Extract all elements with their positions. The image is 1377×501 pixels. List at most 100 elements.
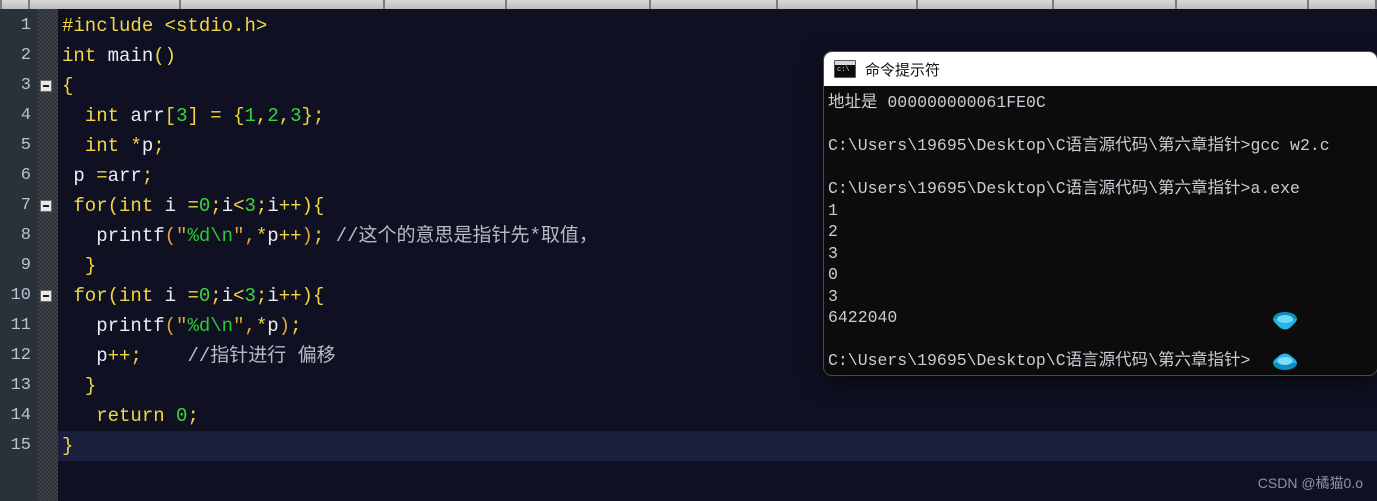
fold-row[interactable] bbox=[38, 71, 58, 101]
line-number: 5 bbox=[20, 136, 31, 155]
toolbar-segment[interactable] bbox=[1053, 0, 1178, 9]
console-line: 2 bbox=[828, 222, 838, 241]
toolbar-segment[interactable] bbox=[650, 0, 779, 9]
line-number: 9 bbox=[20, 256, 31, 275]
code-line[interactable]: return 0; bbox=[58, 401, 1377, 431]
code-token: ++ bbox=[278, 285, 302, 307]
code-token: int bbox=[119, 285, 154, 307]
fold-row bbox=[38, 101, 58, 131]
fold-collapse-icon[interactable] bbox=[40, 200, 52, 212]
code-token: ++ bbox=[107, 345, 131, 367]
toolbar-segment[interactable] bbox=[0, 0, 30, 9]
code-token: 2 bbox=[267, 105, 279, 127]
code-line[interactable]: } bbox=[58, 431, 1377, 461]
console-line: 1 bbox=[828, 200, 838, 220]
code-token: ] bbox=[187, 105, 199, 127]
code-line[interactable]: } bbox=[58, 371, 1377, 401]
code-token: p bbox=[267, 315, 279, 337]
code-token: int bbox=[84, 135, 120, 157]
code-fold-margin[interactable] bbox=[38, 9, 58, 501]
code-token: %d\n bbox=[187, 225, 234, 247]
toolbar-segment[interactable] bbox=[29, 0, 181, 9]
code-token: " bbox=[176, 225, 188, 247]
code-token: ( bbox=[107, 195, 120, 217]
fold-row bbox=[38, 251, 58, 281]
code-line[interactable]: #include <stdio.h> bbox=[58, 11, 1377, 41]
code-token: ) bbox=[301, 195, 313, 217]
editor-toolbar[interactable] bbox=[0, 0, 1377, 9]
code-token: = bbox=[187, 285, 199, 307]
fold-collapse-icon[interactable] bbox=[40, 290, 52, 302]
line-number: 1 bbox=[20, 16, 31, 35]
line-number: 2 bbox=[20, 46, 31, 65]
code-token: " bbox=[176, 315, 188, 337]
code-token: { bbox=[62, 75, 74, 97]
code-token: arr bbox=[130, 105, 165, 127]
code-token: 0 bbox=[176, 405, 188, 427]
code-token: ; bbox=[210, 195, 222, 217]
code-token: , bbox=[255, 105, 268, 127]
code-token: return bbox=[96, 405, 165, 427]
code-token: ( bbox=[164, 225, 177, 247]
toolbar-segment[interactable] bbox=[917, 0, 1054, 9]
code-token: p bbox=[73, 165, 85, 187]
toolbar-segment[interactable] bbox=[180, 0, 386, 9]
code-token: for bbox=[73, 285, 108, 307]
toolbar-segment[interactable] bbox=[1309, 0, 1377, 9]
code-token: i bbox=[267, 195, 279, 217]
code-token: } bbox=[84, 375, 97, 397]
code-token: i bbox=[164, 195, 177, 217]
console-output[interactable]: 地址是 000000000061FE0C C:\Users\19695\Desk… bbox=[824, 86, 1377, 375]
code-token: * bbox=[130, 135, 142, 157]
code-token: //指针进行 偏移 bbox=[187, 345, 336, 367]
line-number: 10 bbox=[10, 286, 31, 305]
toolbar-segment[interactable] bbox=[778, 0, 918, 9]
code-token: ) bbox=[301, 225, 313, 247]
fold-row[interactable] bbox=[38, 281, 58, 311]
fold-collapse-icon[interactable] bbox=[40, 80, 52, 92]
console-line: 3 bbox=[828, 286, 838, 306]
code-token: i bbox=[221, 195, 234, 217]
toolbar-segment[interactable] bbox=[385, 0, 508, 9]
code-token: < bbox=[233, 195, 245, 217]
code-token: <stdio.h> bbox=[164, 15, 268, 37]
code-token: , bbox=[244, 225, 256, 247]
code-token: ; bbox=[312, 225, 325, 247]
code-token: int bbox=[119, 195, 154, 217]
line-number: 13 bbox=[10, 376, 31, 395]
fold-row bbox=[38, 371, 58, 401]
toolbar-segment[interactable] bbox=[507, 0, 651, 9]
code-token: main bbox=[107, 45, 154, 67]
code-token: } bbox=[62, 435, 74, 457]
code-token: } bbox=[84, 255, 97, 277]
code-token: { bbox=[312, 285, 325, 307]
code-token: " bbox=[233, 315, 245, 337]
fold-row bbox=[38, 311, 58, 341]
code-token: = bbox=[187, 195, 199, 217]
fold-row bbox=[38, 161, 58, 191]
code-token: ; bbox=[290, 315, 302, 337]
code-token: * bbox=[255, 315, 268, 337]
fold-row[interactable] bbox=[38, 191, 58, 221]
code-token: 0 bbox=[198, 285, 211, 307]
code-token: 3 bbox=[176, 105, 188, 127]
code-token: p bbox=[96, 345, 108, 367]
line-number: 4 bbox=[20, 106, 31, 125]
line-number: 15 bbox=[10, 436, 31, 455]
toolbar-segment[interactable] bbox=[1177, 0, 1310, 9]
fold-row bbox=[38, 221, 58, 251]
code-token: ; bbox=[130, 345, 142, 367]
command-prompt-titlebar[interactable]: 命令提示符 bbox=[824, 52, 1377, 86]
code-token: 3 bbox=[290, 105, 302, 127]
command-prompt-window[interactable]: 命令提示符 地址是 000000000061FE0C C:\Users\1969… bbox=[824, 52, 1377, 375]
console-line: 0 bbox=[828, 265, 838, 284]
